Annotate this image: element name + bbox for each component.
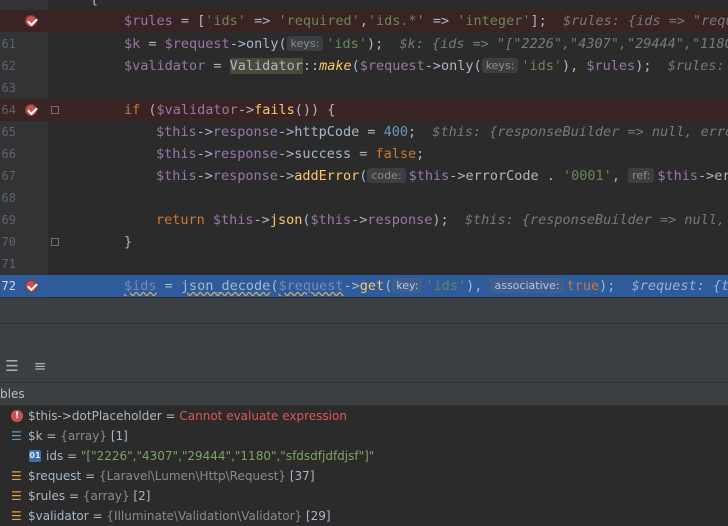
param-hint: associative: (490, 278, 564, 293)
param-hint: key: (392, 278, 423, 293)
code-line-67[interactable]: 67 $this->response->addError(code: $this-… (0, 165, 728, 187)
breakpoint-icon[interactable] (25, 104, 37, 116)
inline-debug-value: $rules: (651, 58, 728, 74)
error-icon: ! (11, 410, 23, 422)
variable-row[interactable]: ☰ $rules = {array} [2] (0, 486, 728, 506)
code-line-70[interactable]: 70 } (0, 231, 728, 253)
code-line-65[interactable]: 65 $this->response->httpCode = 400; $thi… (0, 121, 728, 143)
code-line-60[interactable]: { $rules = ['ids' => 'required','ids.*' … (0, 0, 728, 32)
variable-row[interactable]: ! $this->dotPlaceholder = Cannot evaluat… (0, 406, 728, 426)
code-editor[interactable]: { $rules = ['ids' => 'required','ids.*' … (0, 0, 728, 298)
variable-row[interactable]: ☰ $request = {Laravel\Lumen\Http\Request… (0, 466, 728, 486)
panel-splitter[interactable] (0, 298, 728, 323)
param-hint: keys: (481, 58, 519, 73)
line-number: 61 (1, 37, 16, 51)
code-line-64[interactable]: 64 if ($validator->fails()) { (0, 99, 728, 121)
variable-row[interactable]: ☰ $k = {array} [1] (0, 426, 728, 446)
line-number: 69 (1, 213, 16, 227)
inline-debug-value: $this: {responseBuilder => null, erro (416, 124, 728, 140)
frames-list-icon[interactable]: ☰ (2, 356, 22, 376)
line-number: 71 (1, 257, 16, 271)
line-number: 66 (1, 147, 16, 161)
object-icon: ☰ (11, 469, 22, 483)
line-number: 67 (1, 169, 16, 183)
line-number: 63 (1, 81, 16, 95)
array-icon: ☰ (11, 489, 22, 503)
line-number: 64 (1, 103, 16, 117)
code-line-69[interactable]: 69 return $this->json($this->response); … (0, 209, 728, 231)
object-icon: ☰ (11, 509, 22, 523)
breakpoint-icon[interactable] (25, 280, 37, 292)
array-icon: ☰ (11, 429, 22, 443)
code-line-71[interactable]: 71 (0, 253, 728, 275)
line-number: 72 (1, 279, 16, 293)
code-line-62[interactable]: 62 $validator = Validator::make($request… (0, 55, 728, 77)
param-hint: keys: (286, 36, 324, 51)
inline-debug-value: $request: {tr (615, 278, 728, 294)
code-line-72-current[interactable]: 72 $ids = json_decode($request->get(key:… (0, 275, 728, 297)
param-hint: ref: (628, 168, 655, 183)
debug-panel-header (0, 323, 728, 351)
variables-panel-title: bles (0, 383, 728, 406)
line-number: 62 (1, 59, 16, 73)
code-line-68[interactable]: 68 (0, 187, 728, 209)
code-line-66[interactable]: 66 $this->response->success = false; (0, 143, 728, 165)
line-number: 65 (1, 125, 16, 139)
string-icon: 01 (29, 450, 41, 462)
variable-row-child[interactable]: 01 ids = "["2226","4307","29444","1180",… (0, 446, 728, 466)
param-hint: code: (367, 168, 406, 183)
code-line-63[interactable]: 63 (0, 77, 728, 99)
variable-row[interactable]: ☰ $validator = {Illuminate\Validation\Va… (0, 506, 728, 526)
inline-debug-value: $rules: {ids => "requ (546, 13, 728, 29)
code-line-61[interactable]: 61 $k = $request->only(keys:'ids'); $k: … (0, 33, 728, 55)
line-number: 68 (1, 191, 16, 205)
breakpoint-icon[interactable] (25, 15, 37, 27)
variables-title-text: bles (0, 387, 25, 401)
brace-open: { (90, 0, 98, 10)
inline-debug-value: $this: {responseBuilder => null, (448, 212, 728, 228)
inline-debug-value: $k: {ids => "["2226","4307","29444","118… (383, 36, 728, 52)
line-number: 70 (1, 235, 16, 249)
debug-toolbar: ☰ ≡ (0, 350, 728, 383)
fold-icon[interactable] (51, 106, 59, 114)
variables-tree[interactable]: ! $this->dotPlaceholder = Cannot evaluat… (0, 406, 728, 523)
fold-icon[interactable] (51, 238, 59, 246)
add-watch-icon[interactable]: ≡ (30, 356, 50, 376)
